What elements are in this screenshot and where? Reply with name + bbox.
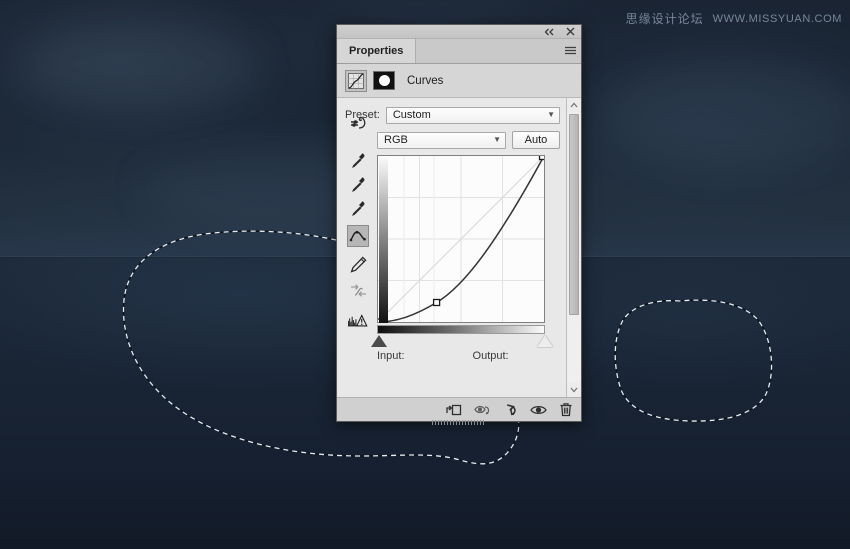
double-chevron-left-icon[interactable] — [543, 26, 555, 37]
preset-row: Preset: Custom ▼ — [337, 104, 566, 126]
watermark-chinese: 思缘设计论坛 — [625, 12, 704, 26]
input-gradient-bar — [377, 325, 545, 334]
view-previous-icon[interactable] — [473, 401, 491, 419]
graph-region — [337, 116, 566, 347]
curve-graph-wrapper[interactable] — [371, 155, 553, 347]
curves-adjustment-icon[interactable] — [345, 69, 367, 92]
pencil-draw-curve-icon[interactable] — [347, 253, 369, 275]
black-point-eyedropper-icon[interactable] — [347, 149, 369, 171]
chevron-down-icon: ▼ — [547, 110, 555, 119]
tab-properties[interactable]: Properties — [337, 39, 417, 63]
curve-point-tool-icon[interactable] — [347, 225, 369, 247]
preset-value: Custom — [392, 109, 431, 121]
panel-scrollbar[interactable] — [566, 98, 581, 397]
scrollbar-track[interactable] — [567, 112, 581, 383]
adjustment-header: Curves — [337, 64, 581, 98]
scroll-down-arrow-icon[interactable] — [567, 383, 581, 397]
mask-dot — [378, 75, 390, 86]
gray-point-eyedropper-icon[interactable] — [347, 173, 369, 195]
smooth-curve-icon[interactable] — [347, 279, 369, 301]
panel-tab-bar[interactable]: Properties — [337, 39, 581, 64]
panel-resize-grip[interactable] — [432, 420, 486, 425]
input-group: Input: — [377, 349, 435, 363]
channel-row: RGB ▼ Auto — [337, 128, 566, 152]
curve-plot[interactable] — [378, 156, 544, 322]
channel-value: RGB — [384, 134, 408, 146]
white-point-slider[interactable] — [537, 335, 553, 347]
white-point-eyedropper-icon[interactable] — [347, 197, 369, 219]
clip-to-layer-icon[interactable] — [445, 401, 463, 419]
output-label: Output: — [472, 350, 509, 362]
curves-tool-column — [341, 116, 375, 331]
panel-titlebar[interactable] — [337, 25, 581, 39]
auto-button-label: Auto — [524, 134, 548, 146]
curve-point-mid[interactable] — [432, 298, 441, 307]
channel-dropdown[interactable]: RGB ▼ — [377, 131, 506, 149]
output-group: Output: — [473, 349, 539, 363]
hamburger-menu-icon[interactable] — [559, 39, 581, 63]
curve-graph[interactable] — [377, 155, 545, 323]
panel-content: Preset: Custom ▼ RGB ▼ Auto Input: Outpu… — [337, 98, 566, 397]
output-value[interactable] — [513, 349, 539, 363]
input-label: Input: — [377, 350, 405, 362]
layer-mask-thumbnail[interactable] — [373, 71, 395, 90]
tab-bar-filler — [416, 39, 559, 63]
properties-panel[interactable]: Properties Curves Preset: Custom ▼ RGB ▼… — [336, 24, 582, 425]
black-point-slider[interactable] — [371, 335, 387, 347]
eye-icon[interactable] — [529, 401, 547, 419]
input-value[interactable] — [409, 349, 435, 363]
histogram-clipping-warning-icon[interactable] — [347, 309, 369, 331]
panel-body: Preset: Custom ▼ RGB ▼ Auto Input: Outpu… — [337, 98, 581, 397]
scrollbar-thumb[interactable] — [569, 114, 579, 315]
on-image-adjustment-icon[interactable] — [347, 111, 369, 133]
trash-icon[interactable] — [557, 401, 575, 419]
panel-footer-toolbar[interactable] — [337, 397, 581, 421]
tab-properties-label: Properties — [349, 45, 404, 57]
watermark: 思缘设计论坛 WWW.MISSYUAN.COM — [626, 10, 842, 27]
auto-button[interactable]: Auto — [512, 131, 560, 149]
adjustment-title: Curves — [407, 74, 444, 87]
output-gradient-bar — [379, 157, 388, 323]
chevron-down-icon: ▼ — [493, 135, 501, 144]
curve-point-top[interactable] — [538, 156, 545, 161]
preset-dropdown[interactable]: Custom ▼ — [385, 106, 560, 124]
watermark-url: WWW.MISSYUAN.COM — [712, 12, 842, 25]
reset-arrow-icon[interactable] — [501, 401, 519, 419]
close-icon[interactable] — [564, 26, 576, 37]
photoshop-canvas: 思缘设计论坛 WWW.MISSYUAN.COM Properties Curve… — [0, 0, 850, 549]
scroll-up-arrow-icon[interactable] — [567, 98, 581, 112]
